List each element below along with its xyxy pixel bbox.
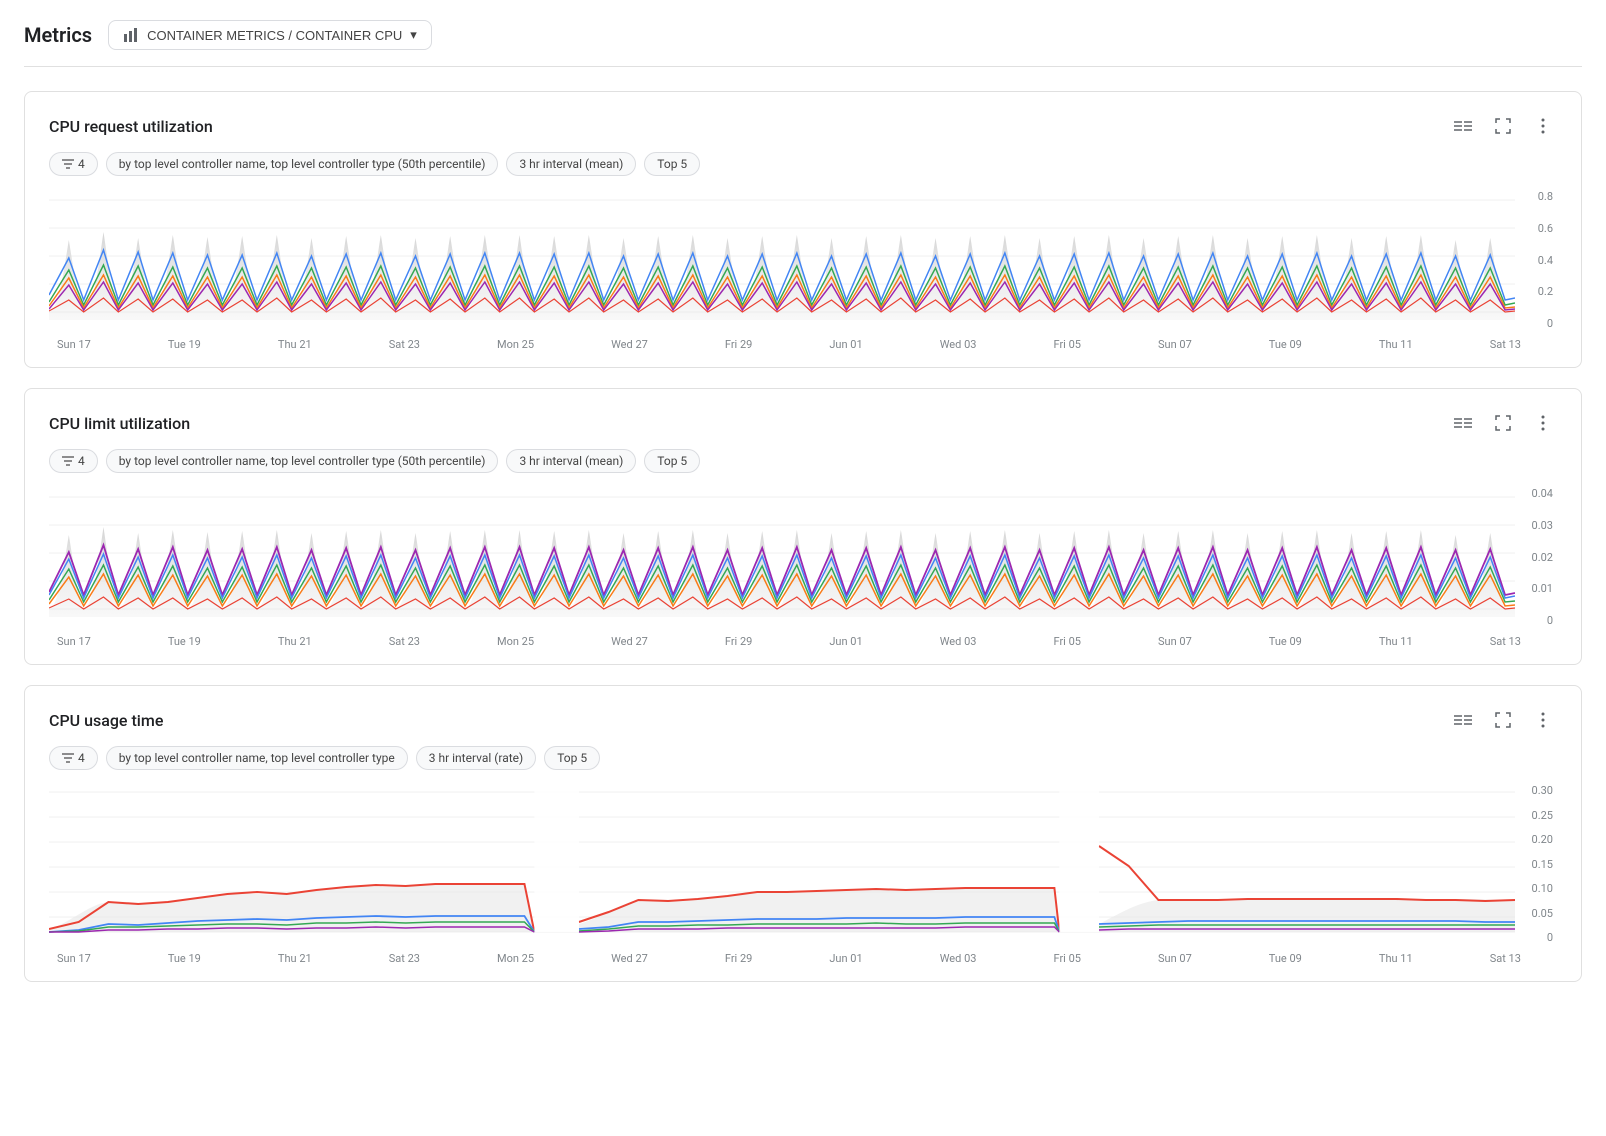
filter-count-pill-3[interactable]: 4 bbox=[49, 746, 98, 770]
x-axis-2: Sun 17 Tue 19 Thu 21 Sat 23 Mon 25 Wed 2… bbox=[49, 631, 1557, 648]
chart-header-2: CPU limit utilization bbox=[49, 409, 1557, 437]
chart-title-1: CPU request utilization bbox=[49, 117, 213, 136]
chart-header-3: CPU usage time bbox=[49, 706, 1557, 734]
filter-icon-3 bbox=[62, 753, 74, 763]
filter-desc-pill-2[interactable]: by top level controller name, top level … bbox=[106, 449, 499, 473]
chart-filters-3: 4 by top level controller name, top leve… bbox=[49, 746, 1557, 770]
more-btn-1[interactable] bbox=[1529, 112, 1557, 140]
filter-desc-pill-1[interactable]: by top level controller name, top level … bbox=[106, 152, 499, 176]
filter-desc-pill-3[interactable]: by top level controller name, top level … bbox=[106, 746, 408, 770]
chart-svg-3 bbox=[49, 784, 1515, 944]
chart-svg-1 bbox=[49, 190, 1515, 330]
chart-actions-1 bbox=[1449, 112, 1557, 140]
x-axis-1: Sun 17 Tue 19 Thu 21 Sat 23 Mon 25 Wed 2… bbox=[49, 334, 1557, 351]
legend-toggle-2[interactable] bbox=[1449, 409, 1477, 437]
chart-filters-2: 4 by top level controller name, top leve… bbox=[49, 449, 1557, 473]
expand-icon-3 bbox=[1495, 712, 1511, 728]
breadcrumb-arrow: ▾ bbox=[410, 27, 417, 43]
more-btn-3[interactable] bbox=[1529, 706, 1557, 734]
chart-header-1: CPU request utilization bbox=[49, 112, 1557, 140]
filter-count-pill-2[interactable]: 4 bbox=[49, 449, 98, 473]
expand-btn-2[interactable] bbox=[1489, 409, 1517, 437]
breadcrumb-text: CONTAINER METRICS / CONTAINER CPU bbox=[147, 28, 402, 43]
top-pill-1[interactable]: Top 5 bbox=[644, 152, 700, 176]
chart-filters-1: 4 by top level controller name, top leve… bbox=[49, 152, 1557, 176]
interval-pill-2[interactable]: 3 hr interval (mean) bbox=[506, 449, 636, 473]
more-icon bbox=[1541, 118, 1545, 134]
chart-actions-2 bbox=[1449, 409, 1557, 437]
interval-pill-3[interactable]: 3 hr interval (rate) bbox=[416, 746, 536, 770]
top-pill-2[interactable]: Top 5 bbox=[644, 449, 700, 473]
legend-icon bbox=[1454, 119, 1472, 133]
header: Metrics CONTAINER METRICS / CONTAINER CP… bbox=[24, 20, 1582, 67]
chart-title-2: CPU limit utilization bbox=[49, 414, 190, 433]
expand-icon-2 bbox=[1495, 415, 1511, 431]
chart-title-3: CPU usage time bbox=[49, 711, 163, 730]
filter-icon bbox=[62, 159, 74, 169]
filter-count-pill-1[interactable]: 4 bbox=[49, 152, 98, 176]
page: Metrics CONTAINER METRICS / CONTAINER CP… bbox=[0, 0, 1606, 1136]
chart-svg-2 bbox=[49, 487, 1515, 627]
chart-card-cpu-usage: CPU usage time bbox=[24, 685, 1582, 982]
legend-icon-2 bbox=[1454, 416, 1472, 430]
expand-btn-3[interactable] bbox=[1489, 706, 1517, 734]
breadcrumb-selector[interactable]: CONTAINER METRICS / CONTAINER CPU ▾ bbox=[108, 20, 432, 50]
chart-actions-3 bbox=[1449, 706, 1557, 734]
chart-card-cpu-request: CPU request utilization bbox=[24, 91, 1582, 368]
expand-icon bbox=[1495, 118, 1511, 134]
interval-pill-1[interactable]: 3 hr interval (mean) bbox=[506, 152, 636, 176]
expand-btn-1[interactable] bbox=[1489, 112, 1517, 140]
bar-chart-icon bbox=[123, 28, 139, 42]
more-icon-2 bbox=[1541, 415, 1545, 431]
legend-toggle-1[interactable] bbox=[1449, 112, 1477, 140]
filter-icon-2 bbox=[62, 456, 74, 466]
top-pill-3[interactable]: Top 5 bbox=[544, 746, 600, 770]
more-btn-2[interactable] bbox=[1529, 409, 1557, 437]
more-icon-3 bbox=[1541, 712, 1545, 728]
page-title: Metrics bbox=[24, 23, 92, 47]
x-axis-3: Sun 17 Tue 19 Thu 21 Sat 23 Mon 25 Wed 2… bbox=[49, 948, 1557, 965]
chart-card-cpu-limit: CPU limit utilization bbox=[24, 388, 1582, 665]
legend-icon-3 bbox=[1454, 713, 1472, 727]
legend-toggle-3[interactable] bbox=[1449, 706, 1477, 734]
